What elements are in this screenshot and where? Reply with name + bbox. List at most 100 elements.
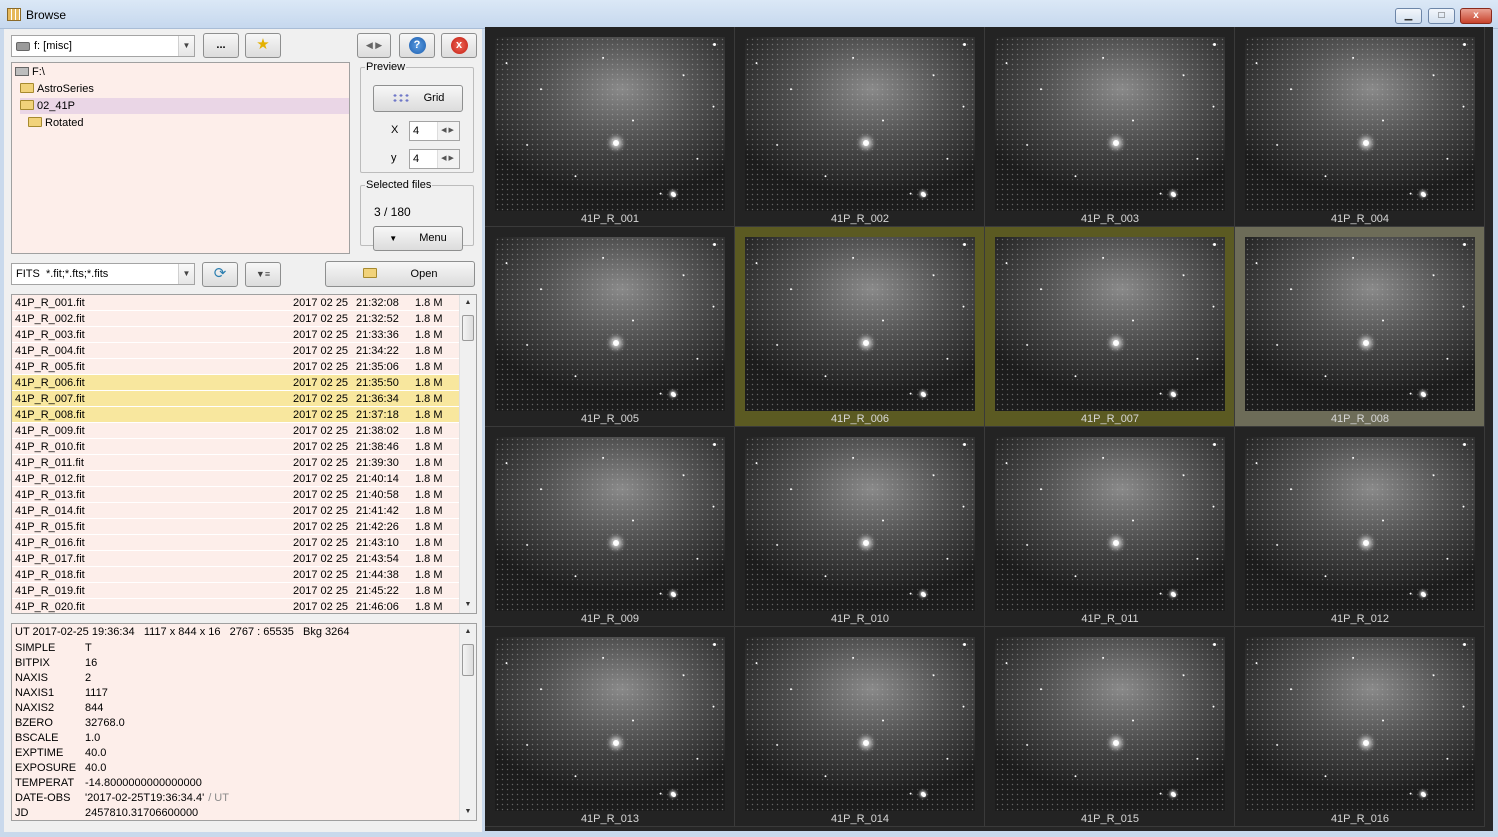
favorites-button[interactable]: ★ (245, 33, 281, 58)
file-date: 2017 02 25 (293, 409, 349, 421)
thumbnail-cell[interactable]: 41P_R_011 (985, 427, 1235, 627)
file-row[interactable]: 41P_R_012.fit 2017 02 25 21:40:14 1.8 M (12, 471, 459, 487)
thumbnail-image[interactable] (1245, 237, 1475, 411)
close-browser-button[interactable]: x (441, 33, 477, 58)
help-button[interactable]: ? (399, 33, 435, 58)
tree-item-02-41p[interactable]: 02_41P (20, 98, 349, 114)
file-list[interactable]: 41P_R_001.fit 2017 02 25 21:32:08 1.8 M 41P_… (11, 294, 477, 614)
thumbnail-image[interactable] (995, 37, 1225, 211)
thumbnail-cell[interactable]: 41P_R_007 (985, 227, 1235, 427)
file-row[interactable]: 41P_R_001.fit 2017 02 25 21:32:08 1.8 M (12, 295, 459, 311)
scroll-up-icon[interactable]: ▲ (460, 295, 476, 311)
thumbnail-cell[interactable]: 41P_R_010 (735, 427, 985, 627)
thumbnail-cell[interactable]: 41P_R_005 (485, 227, 735, 427)
tree-item-drive[interactable]: F:\ (15, 64, 45, 80)
navigate-button[interactable]: ◀ ▶ (357, 33, 391, 58)
thumbnail-cell[interactable]: 41P_R_012 (1235, 427, 1485, 627)
scroll-thumb[interactable] (462, 315, 474, 341)
thumbnail-image[interactable] (995, 237, 1225, 411)
star-mark (713, 243, 716, 246)
file-row[interactable]: 41P_R_020.fit 2017 02 25 21:46:06 1.8 M (12, 599, 459, 613)
file-row[interactable]: 41P_R_004.fit 2017 02 25 21:34:22 1.8 M (12, 343, 459, 359)
thumbnail-cell[interactable]: 41P_R_004 (1235, 27, 1485, 227)
thumbnail-cell[interactable]: 41P_R_014 (735, 627, 985, 827)
thumbnail-image[interactable] (995, 637, 1225, 811)
thumbnail-cell[interactable]: 41P_R_009 (485, 427, 735, 627)
file-row[interactable]: 41P_R_017.fit 2017 02 25 21:43:54 1.8 M (12, 551, 459, 567)
file-row[interactable]: 41P_R_002.fit 2017 02 25 21:32:52 1.8 M (12, 311, 459, 327)
tree-item-astroseries[interactable]: AstroSeries (20, 81, 94, 97)
drive-select[interactable]: f: [misc] ▼ (11, 35, 195, 57)
window-close-button[interactable]: x (1460, 8, 1492, 24)
folder-open-icon (20, 100, 34, 111)
file-row[interactable]: 41P_R_011.fit 2017 02 25 21:39:30 1.8 M (12, 455, 459, 471)
scroll-down-icon[interactable]: ▼ (460, 597, 476, 613)
x-columns-spinner[interactable]: 4 ◀▶ (409, 121, 460, 141)
file-row[interactable]: 41P_R_016.fit 2017 02 25 21:43:10 1.8 M (12, 535, 459, 551)
sort-button[interactable]: ▼≡ (245, 262, 281, 287)
fits-header-panel[interactable]: UT 2017-02-25 19:36:34 1117 x 844 x 16 2… (11, 623, 477, 821)
browse-folder-button[interactable]: ... (203, 33, 239, 58)
preview-group: Preview Grid X 4 ◀▶ y 4 ◀▶ (360, 61, 474, 173)
thumbnail-cell[interactable]: 41P_R_001 (485, 27, 735, 227)
thumbnail-cell[interactable]: 41P_R_013 (485, 627, 735, 827)
header-key: NAXIS1 (15, 687, 55, 699)
window-title: Browse (26, 8, 67, 22)
thumbnail-image[interactable] (745, 637, 975, 811)
tree-item-rotated[interactable]: Rotated (28, 115, 84, 131)
thumbnail-cell[interactable]: 41P_R_016 (1235, 627, 1485, 827)
file-name: 41P_R_006.fit (15, 377, 85, 389)
thumbnail-cell[interactable]: 41P_R_015 (985, 627, 1235, 827)
file-row[interactable]: 41P_R_006.fit 2017 02 25 21:35:50 1.8 M (12, 375, 459, 391)
header-scrollbar[interactable]: ▲ ▼ (459, 624, 476, 820)
thumbnail-image[interactable] (1245, 437, 1475, 611)
grid-button[interactable]: Grid (373, 85, 463, 112)
file-row[interactable]: 41P_R_015.fit 2017 02 25 21:42:26 1.8 M (12, 519, 459, 535)
thumbnail-image[interactable] (1245, 37, 1475, 211)
scroll-thumb[interactable] (462, 644, 474, 676)
thumbnail-image[interactable] (495, 37, 725, 211)
menu-button[interactable]: ▼ Menu (373, 226, 463, 251)
file-row[interactable]: 41P_R_009.fit 2017 02 25 21:38:02 1.8 M (12, 423, 459, 439)
scroll-up-icon[interactable]: ▲ (460, 624, 476, 640)
thumbnail-image[interactable] (745, 237, 975, 411)
thumbnail-image[interactable] (1245, 637, 1475, 811)
file-filter-select[interactable]: FITS *.fit;*.fts;*.fits ▼ (11, 263, 195, 285)
thumbnail-cell[interactable]: 41P_R_006 (735, 227, 985, 427)
chevron-down-icon[interactable]: ▼ (178, 264, 194, 284)
folder-tree[interactable]: F:\ AstroSeries 02_41P Rotated (11, 62, 350, 254)
maximize-button[interactable]: □ (1428, 8, 1455, 24)
file-row[interactable]: 41P_R_014.fit 2017 02 25 21:41:42 1.8 M (12, 503, 459, 519)
file-list-scrollbar[interactable]: ▲ ▼ (459, 295, 476, 613)
file-row[interactable]: 41P_R_008.fit 2017 02 25 21:37:18 1.8 M (12, 407, 459, 423)
file-time: 21:38:46 (356, 441, 399, 453)
thumbnail-cell[interactable]: 41P_R_008 (1235, 227, 1485, 427)
y-rows-spinner[interactable]: 4 ◀▶ (409, 149, 460, 169)
file-row[interactable]: 41P_R_007.fit 2017 02 25 21:36:34 1.8 M (12, 391, 459, 407)
star-mark (1463, 43, 1466, 46)
thumbnail-image[interactable] (995, 437, 1225, 611)
thumbnail-image[interactable] (495, 637, 725, 811)
file-row[interactable]: 41P_R_005.fit 2017 02 25 21:35:06 1.8 M (12, 359, 459, 375)
thumbnail-image[interactable] (495, 437, 725, 611)
refresh-button[interactable]: ⟳ (202, 262, 238, 287)
scroll-down-icon[interactable]: ▼ (460, 804, 476, 820)
thumbnail-cell[interactable]: 41P_R_002 (735, 27, 985, 227)
thumbnail-image[interactable] (745, 37, 975, 211)
thumbnail-image[interactable] (745, 437, 975, 611)
chevron-down-icon[interactable]: ▼ (178, 36, 194, 56)
grid-button-label: Grid (423, 92, 445, 104)
header-key: NAXIS2 (15, 702, 55, 714)
spin-arrows-icon[interactable]: ◀▶ (437, 122, 459, 140)
minimize-button[interactable]: ▁ (1395, 8, 1422, 24)
thumbnail-label: 41P_R_016 (1330, 813, 1390, 825)
file-row[interactable]: 41P_R_018.fit 2017 02 25 21:44:38 1.8 M (12, 567, 459, 583)
file-row[interactable]: 41P_R_010.fit 2017 02 25 21:38:46 1.8 M (12, 439, 459, 455)
thumbnail-image[interactable] (495, 237, 725, 411)
file-row[interactable]: 41P_R_003.fit 2017 02 25 21:33:36 1.8 M (12, 327, 459, 343)
file-row[interactable]: 41P_R_019.fit 2017 02 25 21:45:22 1.8 M (12, 583, 459, 599)
open-button[interactable]: Open (325, 261, 475, 287)
spin-arrows-icon[interactable]: ◀▶ (437, 150, 459, 168)
file-row[interactable]: 41P_R_013.fit 2017 02 25 21:40:58 1.8 M (12, 487, 459, 503)
thumbnail-cell[interactable]: 41P_R_003 (985, 27, 1235, 227)
